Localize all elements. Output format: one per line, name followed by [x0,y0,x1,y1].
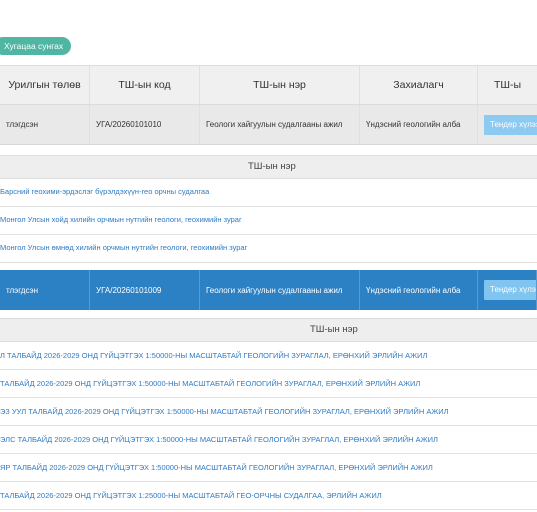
tender-receive-button[interactable]: Тендер хүлээ [484,114,537,135]
row-name: Геологи хайгуулын судалгааны ажил [200,270,360,310]
list-item-label[interactable]: Л ТАЛБАЙД 2026-2029 ОНД ГҮЙЦЭТГЭХ 1:5000… [0,351,427,360]
sub-table-header: ТШ-ын нэр [0,155,537,179]
list-item[interactable]: ЭЗ УУЛ ТАЛБАЙД 2026-2029 ОНД ГҮЙЦЭТГЭХ 1… [0,398,537,426]
list-item[interactable]: Барсний геохими-эрдэслэг бүрэлдэхүүн-гео… [0,179,537,207]
row-name: Геологи хайгуулын судалгааны ажил [200,105,360,144]
extend-deadline-button[interactable]: Хугацаа сунгах [0,37,72,55]
list-item[interactable]: Монгол Улсын хойд хилийн орчмын нутгийн … [0,207,537,235]
row-tender-cell: Тендер хүлээ [478,105,537,144]
list-item[interactable]: ТАЛБАЙД 2026-2029 ОНД ГҮЙЦЭТГЭХ 1:25000-… [0,482,537,510]
sub-table-header-label: ТШ-ын нэр [248,161,296,172]
row-code: УГА/20260101010 [90,105,200,144]
table-row-selected[interactable]: тлэгдсэн УГА/20260101009 Геологи хайгуул… [0,270,537,310]
list-item[interactable]: ТАЛБАЙД 2026-2029 ОНД ГҮЙЦЭТГЭХ 1:50000-… [0,370,537,398]
list-item-label[interactable]: Барсний геохими-эрдэслэг бүрэлдэхүүн-гео… [0,187,209,196]
column-header-tender: ТШ-ы [493,79,522,91]
list-item-label[interactable]: Монгол Улсын хойд хилийн орчмын нутгийн … [0,215,242,224]
table-header: Урилгын төлөв ТШ-ын код ТШ-ын нэр Захиал… [0,65,537,105]
list-item[interactable]: ЭЛС ТАЛБАЙД 2026-2029 ОНД ГҮЙЦЭТГЭХ 1:50… [0,426,537,454]
row-code: УГА/20260101009 [90,270,200,310]
list-item[interactable]: Л ТАЛБАЙД 2026-2029 ОНД ГҮЙЦЭТГЭХ 1:5000… [0,342,537,370]
row-client: Үндэсний геологийн алба [360,105,478,144]
list-item-label[interactable]: ТАЛБАЙД 2026-2029 ОНД ГҮЙЦЭТГЭХ 1:50000-… [0,379,420,388]
list-item-label[interactable]: Монгол Улсын өмнөд хилийн орчмын нутгийн… [0,243,247,252]
row-tender-cell: Тендер хүлээ [478,270,537,310]
list-item-label[interactable]: ТАЛБАЙД 2026-2029 ОНД ГҮЙЦЭТГЭХ 1:25000-… [0,491,382,500]
list-item[interactable]: ЯР ТАЛБАЙД 2026-2029 ОНД ГҮЙЦЭТГЭХ 1:500… [0,454,537,482]
row-status: тлэгдсэн [0,270,90,310]
sub-table-header: ТШ-ын нэр [0,318,537,342]
row-status: тлэгдсэн [0,105,90,144]
column-header-code: ТШ-ын код [90,66,200,104]
table-row[interactable]: тлэгдсэн УГА/20260101010 Геологи хайгуул… [0,105,537,145]
list-item[interactable]: Монгол Улсын өмнөд хилийн орчмын нутгийн… [0,235,537,263]
sub-table-header-label: ТШ-ын нэр [310,324,358,335]
list-item-label[interactable]: ЭЗ УУЛ ТАЛБАЙД 2026-2029 ОНД ГҮЙЦЭТГЭХ 1… [0,407,449,416]
list-item-label[interactable]: ЯР ТАЛБАЙД 2026-2029 ОНД ГҮЙЦЭТГЭХ 1:500… [0,463,433,472]
tender-receive-button[interactable]: Тендер хүлээ [484,280,536,300]
column-header-client: Захиалагч [360,66,478,104]
row-client: Үндэсний геологийн алба [360,270,478,310]
column-header-status: Урилгын төлөв [0,66,90,104]
list-item-label[interactable]: ЭЛС ТАЛБАЙД 2026-2029 ОНД ГҮЙЦЭТГЭХ 1:50… [0,435,438,444]
column-header-name: ТШ-ын нэр [200,66,360,104]
